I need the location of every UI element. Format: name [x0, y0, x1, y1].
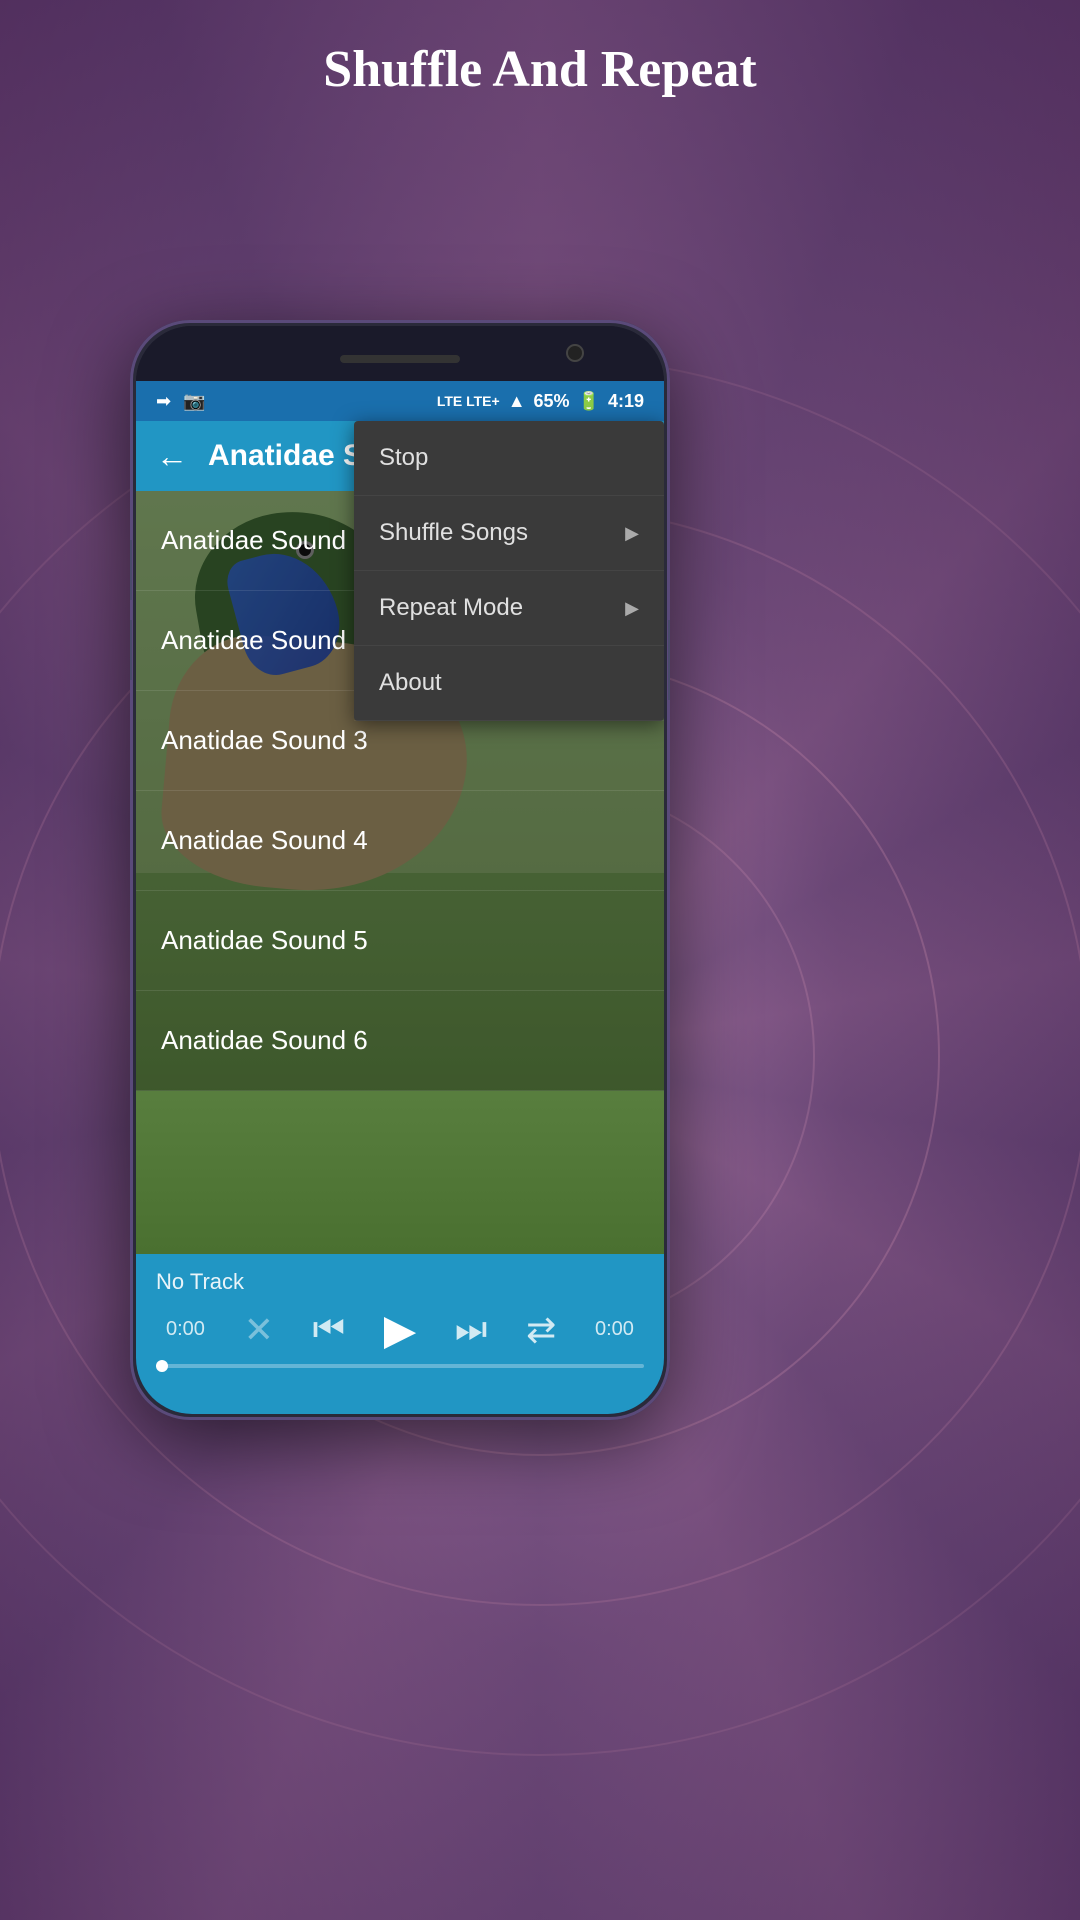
repeat-button[interactable]: ⇄	[526, 1309, 556, 1351]
status-left: ➡ 📷	[156, 391, 206, 412]
status-right: LTE LTE+ ▲ 65% 🔋 4:19	[437, 391, 644, 412]
player-bar: No Track 0:00 ✕ ⏮ ▶ ⏭ ⇄ 0:00	[136, 1254, 664, 1414]
submenu-arrow-icon: ▶	[625, 598, 639, 619]
whatsapp-icon: ➡	[156, 391, 171, 412]
list-item[interactable]: Anatidae Sound 5	[136, 891, 664, 991]
time-end: 0:00	[595, 1318, 634, 1341]
page-title: Shuffle And Repeat	[0, 40, 1080, 99]
speaker-grille	[340, 355, 460, 363]
battery-label: 65%	[534, 391, 570, 412]
time-label: 4:19	[608, 391, 644, 412]
track-name: No Track	[136, 1254, 664, 1300]
shuffle-button[interactable]: ✕	[244, 1309, 274, 1351]
phone-notch	[136, 326, 664, 381]
progress-bar[interactable]	[156, 1364, 644, 1368]
network-label: LTE LTE+	[437, 393, 500, 409]
image-icon: 📷	[183, 391, 205, 412]
signal-bars: ▲	[508, 391, 526, 412]
list-item[interactable]: Anatidae Sound 6	[136, 991, 664, 1091]
list-item[interactable]: Anatidae Sound 4	[136, 791, 664, 891]
prev-button[interactable]: ⏮	[313, 1308, 345, 1351]
submenu-arrow-icon: ▶	[625, 523, 639, 544]
progress-dot	[156, 1360, 168, 1372]
context-menu-about[interactable]: About	[354, 646, 664, 721]
phone-inner: ➡ 📷 LTE LTE+ ▲ 65% 🔋 4:19 ← Anatidae S	[136, 326, 664, 1414]
time-start: 0:00	[166, 1318, 205, 1341]
power-button[interactable]	[668, 620, 670, 700]
volume-up-button[interactable]	[130, 540, 132, 600]
context-menu-repeat[interactable]: Repeat Mode ▶	[354, 571, 664, 646]
battery-icon: 🔋	[578, 391, 600, 412]
context-menu: Stop Shuffle Songs ▶ Repeat Mode ▶ About	[354, 421, 664, 721]
header-title: Anatidae S	[208, 439, 363, 473]
status-bar: ➡ 📷 LTE LTE+ ▲ 65% 🔋 4:19	[136, 381, 664, 421]
phone-frame: ➡ 📷 LTE LTE+ ▲ 65% 🔋 4:19 ← Anatidae S	[130, 320, 670, 1420]
next-button[interactable]: ⏭	[455, 1308, 487, 1351]
play-button[interactable]: ▶	[384, 1305, 416, 1354]
back-button[interactable]: ←	[156, 438, 188, 475]
player-controls: 0:00 ✕ ⏮ ▶ ⏭ ⇄ 0:00	[136, 1300, 664, 1359]
context-menu-stop[interactable]: Stop	[354, 421, 664, 496]
context-menu-shuffle[interactable]: Shuffle Songs ▶	[354, 496, 664, 571]
volume-down-button[interactable]	[130, 620, 132, 680]
front-camera	[566, 344, 584, 362]
